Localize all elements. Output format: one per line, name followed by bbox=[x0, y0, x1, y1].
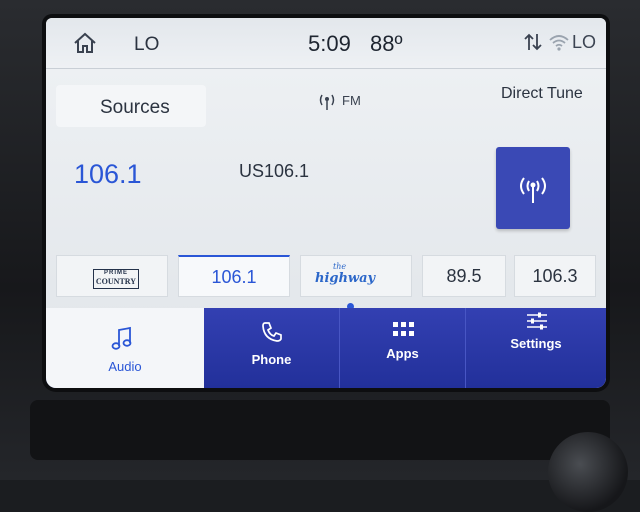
sync-arrows-icon bbox=[522, 32, 544, 52]
home-icon[interactable] bbox=[72, 32, 98, 54]
nav-audio-label: Audio bbox=[108, 359, 142, 374]
phone-icon bbox=[262, 322, 282, 342]
sources-button[interactable]: Sources bbox=[56, 85, 206, 127]
music-note-icon bbox=[111, 326, 132, 350]
status-bar: LO 5:09 88º LO bbox=[46, 18, 606, 69]
climate-mode-left[interactable]: LO bbox=[134, 34, 159, 56]
clock: 5:09 bbox=[308, 31, 351, 56]
infotainment-screen: LO 5:09 88º LO Sources FM Direct Tune 10… bbox=[46, 18, 606, 388]
station-name: US106.1 bbox=[239, 161, 310, 181]
radio-panel: Sources FM Direct Tune 106.1 US106.1 PRI… bbox=[46, 69, 606, 319]
preset-highway[interactable]: the highway bbox=[300, 255, 412, 297]
bottom-nav-bar: Audio Phone Apps Settings bbox=[46, 308, 606, 388]
apps-grid-icon bbox=[393, 322, 414, 336]
current-frequency: 106.1 bbox=[74, 159, 142, 189]
nav-audio[interactable]: Audio bbox=[46, 308, 204, 388]
antenna-broadcast-icon bbox=[520, 177, 546, 203]
prime-country-logo: PRIME COUNTRY bbox=[93, 269, 139, 289]
highway-logo: the highway bbox=[315, 262, 376, 286]
nav-phone-label: Phone bbox=[251, 352, 292, 367]
preset-106-3[interactable]: 106.3 bbox=[514, 255, 596, 297]
direct-tune-label: Direct Tune bbox=[501, 85, 583, 102]
band-indicator: FM bbox=[316, 91, 396, 111]
wifi-icon bbox=[548, 32, 570, 52]
preset-106-1[interactable]: 106.1 bbox=[178, 255, 290, 297]
outside-temperature: 88º bbox=[370, 31, 403, 56]
dashboard-panel bbox=[30, 400, 610, 460]
direct-tune-button[interactable] bbox=[496, 147, 570, 229]
volume-knob[interactable] bbox=[548, 432, 628, 512]
nav-apps[interactable]: Apps bbox=[340, 308, 466, 388]
band-label: FM bbox=[342, 93, 361, 108]
preset-prime-country[interactable]: PRIME COUNTRY bbox=[56, 255, 168, 297]
preset-label: 106.3 bbox=[532, 266, 578, 286]
preset-bar: PRIME COUNTRY 106.1 the highway 89.5 106… bbox=[56, 255, 596, 310]
antenna-icon bbox=[316, 91, 338, 111]
nav-apps-label: Apps bbox=[386, 346, 419, 361]
preset-label: 106.1 bbox=[211, 267, 257, 287]
preset-label: 89.5 bbox=[446, 266, 482, 286]
sliders-icon bbox=[527, 312, 547, 330]
preset-89-5[interactable]: 89.5 bbox=[422, 255, 506, 297]
sources-label: Sources bbox=[100, 97, 170, 118]
nav-phone[interactable]: Phone bbox=[204, 308, 340, 388]
nav-settings-label: Settings bbox=[510, 336, 562, 351]
nav-settings[interactable]: Settings bbox=[466, 308, 606, 388]
climate-mode-right[interactable]: LO bbox=[572, 32, 596, 53]
